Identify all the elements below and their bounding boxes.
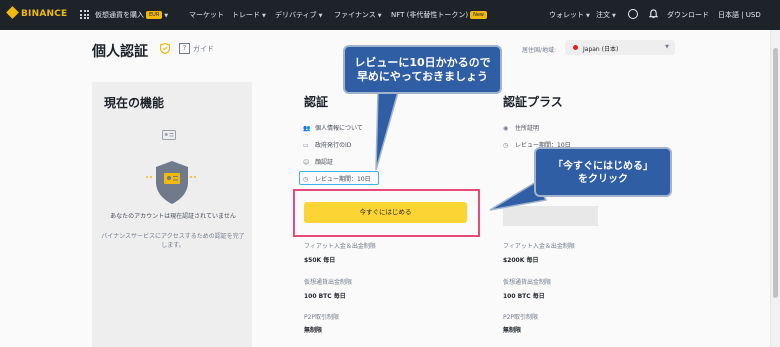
unverified-message: あなたのアカウントは現在認証されていません bbox=[110, 213, 236, 220]
verified-heading: 認証 bbox=[304, 95, 329, 109]
id-card-icon: ▭ bbox=[303, 142, 309, 149]
nav-orders[interactable]: 注文 ▼ bbox=[596, 10, 616, 20]
country-select-value: Japan (日本) bbox=[583, 46, 619, 53]
crypto-withdraw-limit-label: 仮想通貨出金制限 bbox=[503, 279, 552, 286]
p2p-limit-label: P2P取引制限 bbox=[304, 314, 340, 321]
click-start-callout: 「今すぐにはじめる」 をクリック bbox=[534, 147, 672, 197]
apps-grid-icon[interactable] bbox=[80, 10, 89, 19]
nav-markets[interactable]: マーケット bbox=[189, 10, 224, 20]
nav-download[interactable]: ダウンロード bbox=[667, 10, 709, 20]
scrollbar[interactable] bbox=[770, 30, 780, 347]
fiat-limit-value: $50K 毎日 bbox=[304, 257, 336, 264]
clock-icon: ◷ bbox=[503, 142, 509, 149]
start-now-button[interactable]: 今すぐにはじめる bbox=[304, 202, 467, 223]
p2p-limit-value: 無制限 bbox=[304, 327, 323, 334]
crypto-withdraw-limit-value: 100 BTC 毎日 bbox=[503, 293, 545, 300]
nav-badge: EUR bbox=[146, 11, 163, 19]
p2p-limit-label: P2P取引制限 bbox=[503, 314, 539, 321]
feature-government-id: ▭ 政府発行のID bbox=[303, 142, 352, 149]
account-icon[interactable] bbox=[628, 9, 638, 19]
nav-language-currency[interactable]: 日本語 | USD bbox=[718, 10, 761, 20]
chevron-down-icon: ▼ bbox=[665, 44, 669, 50]
shield-icon bbox=[160, 43, 170, 54]
binance-logo[interactable]: BINANCE bbox=[6, 6, 67, 19]
current-features-card: 現在の機能 あなたのアカウントは現在認証されていません バイナンスサービスにアク… bbox=[92, 82, 252, 347]
nav-finance[interactable]: ファイナンス ▼ bbox=[334, 10, 382, 20]
chevron-down-icon: ▼ bbox=[612, 13, 616, 19]
scrollbar-thumb[interactable] bbox=[773, 48, 778, 298]
unverified-shield-icon bbox=[146, 161, 198, 204]
id-card-icon bbox=[162, 130, 176, 140]
verified-plus-heading: 認証プラス bbox=[503, 95, 563, 109]
feature-proof-of-address: ◉ 住所証明 bbox=[503, 125, 540, 132]
nav-nft[interactable]: NFT (非代替性トークン) New bbox=[391, 10, 488, 20]
person-icon: 👥 bbox=[303, 125, 311, 132]
page-title: 個人認証 bbox=[92, 44, 148, 60]
fiat-limit-label: フィアット入金＆出金制限 bbox=[304, 243, 376, 250]
japan-flag-icon bbox=[573, 45, 578, 50]
chevron-down-icon: ▼ bbox=[164, 13, 169, 19]
review-period-highlight bbox=[299, 171, 379, 185]
feature-face-verification: ☺ 顔認証 bbox=[303, 159, 334, 166]
nav-buy-crypto[interactable]: 仮想通貨を購入 EUR ▼ bbox=[95, 10, 168, 20]
crypto-withdraw-limit-label: 仮想通貨出金制限 bbox=[304, 279, 353, 286]
fiat-limit-value: $200K 毎日 bbox=[503, 257, 539, 264]
p2p-limit-value: 無制限 bbox=[503, 327, 522, 334]
location-icon: ◉ bbox=[503, 125, 509, 132]
country-label: 居住国/地域: bbox=[522, 47, 557, 54]
fiat-limit-label: フィアット入金＆出金制限 bbox=[503, 243, 575, 250]
chevron-down-icon: ▼ bbox=[586, 13, 590, 19]
chevron-down-icon: ▼ bbox=[377, 13, 382, 19]
chevron-down-icon: ▼ bbox=[262, 13, 266, 19]
nav-derivatives[interactable]: デリバティブ ▼ bbox=[275, 10, 322, 20]
crypto-withdraw-limit-value: 100 BTC 毎日 bbox=[304, 293, 346, 300]
top-navbar: BINANCE 仮想通貨を購入 EUR ▼ マーケット トレード ▼ デリバティブ ▼ … bbox=[0, 0, 780, 30]
review-period-callout: レビューに10日かかるので 早めにやっておきましょう bbox=[343, 45, 502, 94]
binance-logo-icon bbox=[6, 6, 19, 19]
guide-link[interactable]: ガイド bbox=[193, 44, 214, 54]
callout-pointer bbox=[375, 91, 399, 171]
current-features-heading: 現在の機能 bbox=[104, 96, 165, 110]
nav-trade[interactable]: トレード ▼ bbox=[232, 10, 266, 20]
verify-instructions: バイナンスサービスにアクセスするための認証を完了します。 bbox=[101, 233, 245, 249]
nav-wallet[interactable]: ウォレット ▼ bbox=[549, 10, 590, 20]
face-icon: ☺ bbox=[303, 159, 310, 166]
nav-badge: New bbox=[470, 11, 488, 19]
bell-icon[interactable] bbox=[649, 9, 658, 19]
guide-help-icon[interactable]: ? bbox=[179, 43, 190, 54]
feature-personal-info: 👥 個人情報について bbox=[303, 125, 363, 132]
country-select[interactable]: Japan (日本) ▼ bbox=[565, 40, 675, 55]
chevron-down-icon: ▼ bbox=[318, 13, 323, 19]
